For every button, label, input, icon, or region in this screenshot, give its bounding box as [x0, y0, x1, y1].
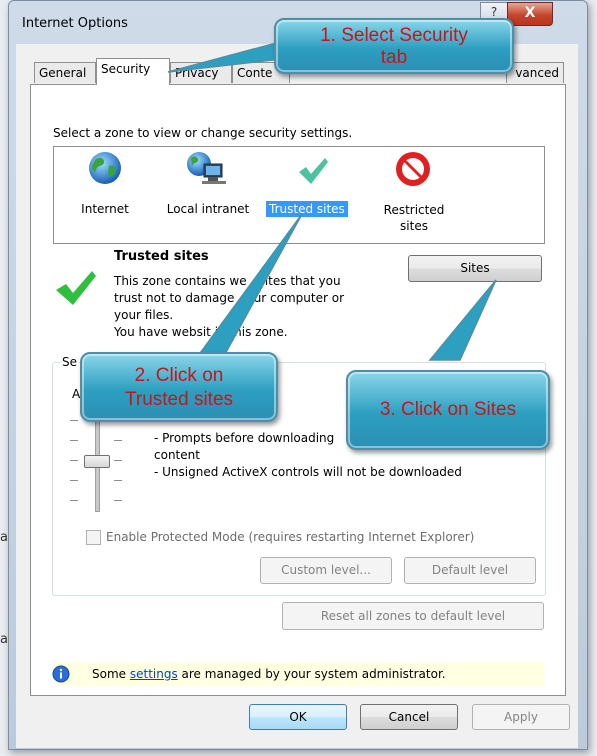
zone-title: Trusted sites — [114, 249, 209, 264]
background-fragment: a — [0, 632, 8, 647]
zone-restricted-sites[interactable]: Restricted sites — [376, 150, 452, 234]
settings-link[interactable]: settings — [130, 667, 178, 681]
zone-desc-3: your files. — [114, 308, 174, 322]
apply-button[interactable]: Apply — [472, 704, 570, 730]
background-fragment: a — [0, 530, 8, 545]
tab-privacy[interactable]: Privacy — [170, 62, 232, 83]
callout-click-trusted-sites: 2. Click on Trusted sites — [80, 352, 278, 422]
zone-label-selected: Trusted sites — [266, 201, 348, 217]
zone-label: Restricted sites — [383, 203, 445, 233]
level-line-3: - Unsigned ActiveX controls will not be … — [154, 465, 462, 479]
callout-click-sites: 3. Click on Sites — [346, 370, 550, 450]
tab-advanced[interactable]: vanced — [506, 62, 564, 83]
default-level-button[interactable]: Default level — [404, 557, 536, 584]
zone-description: This zone contains we sites that you trus… — [114, 273, 344, 341]
custom-level-button[interactable]: Custom level... — [260, 557, 392, 584]
zone-desc-2b: our computer or — [246, 291, 345, 305]
info-text-after: are managed by your system administrator… — [177, 667, 446, 681]
tab-security[interactable]: Security — [96, 58, 170, 85]
callout-select-security-tab: 1. Select Security tab — [274, 18, 514, 74]
info-text-before: Some — [92, 667, 130, 681]
window-title: Internet Options — [22, 16, 128, 31]
info-icon — [52, 665, 70, 683]
intranet-icon — [187, 152, 226, 184]
cancel-button[interactable]: Cancel — [360, 704, 458, 730]
zone-prompt: Select a zone to view or change security… — [53, 126, 353, 140]
admin-info-text: Some settings are managed by your system… — [92, 667, 446, 681]
sites-button[interactable]: Sites — [408, 255, 542, 282]
group-sublabel: A — [72, 387, 81, 401]
zone-internet[interactable]: Internet — [70, 150, 140, 220]
zone-desc-4b: in this zone. — [210, 325, 288, 339]
zone-desc-1b: sites that you — [258, 274, 341, 288]
zone-desc-4: You have websit — [114, 325, 211, 339]
restricted-icon — [396, 152, 430, 186]
trusted-checkmark-icon — [56, 271, 96, 305]
zone-label: Local intranet — [166, 202, 250, 216]
slider-thumb[interactable] — [84, 455, 110, 468]
protected-mode-checkbox[interactable] — [86, 530, 101, 545]
zone-desc-1: This zone contains we — [114, 274, 247, 288]
tab-general[interactable]: General — [34, 62, 96, 83]
protected-mode-label: Enable Protected Mode (requires restarti… — [106, 530, 475, 544]
zone-desc-2: trust not to damage — [114, 291, 235, 305]
close-button[interactable]: X — [507, 2, 553, 26]
zone-label: Internet — [81, 202, 129, 216]
reset-all-zones-button[interactable]: Reset all zones to default level — [282, 602, 544, 630]
globe-icon — [89, 152, 121, 184]
zone-local-intranet[interactable]: Local intranet — [158, 150, 258, 220]
group-label: Se — [60, 355, 79, 369]
security-level-slider[interactable] — [68, 410, 128, 512]
ok-button[interactable]: OK — [249, 704, 347, 730]
checkmark-icon — [299, 158, 328, 184]
zone-trusted-sites[interactable]: Trusted sites — [264, 150, 360, 220]
